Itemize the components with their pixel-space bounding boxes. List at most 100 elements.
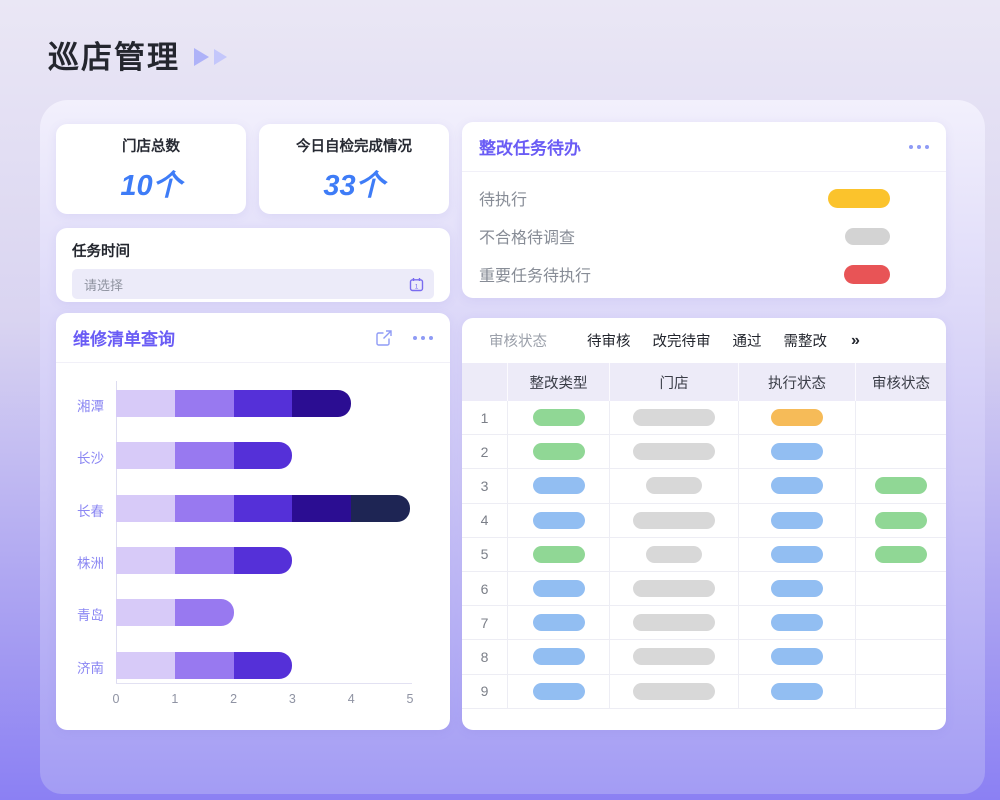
column-header: 整改类型 — [507, 363, 609, 401]
table-row[interactable]: 4 — [462, 504, 946, 538]
category-label: 青岛 — [56, 604, 104, 624]
row-number: 6 — [481, 581, 489, 597]
column-header: 执行状态 — [738, 363, 855, 401]
row-number: 3 — [481, 478, 489, 494]
calendar-icon[interactable]: 1 — [409, 277, 424, 292]
status-pill — [771, 409, 823, 426]
bar-segment — [116, 390, 175, 417]
table-row[interactable]: 2 — [462, 435, 946, 469]
column-header: 门店 — [609, 363, 738, 401]
store-inspection-dashboard: 巡店管理 门店总数 10个 今日自检完成情况 33个 整改任务待办 待执行 不合… — [0, 0, 1000, 800]
status-pill — [533, 443, 585, 460]
play-icon — [214, 49, 227, 65]
row-number: 5 — [481, 546, 489, 562]
category-label: 株洲 — [56, 552, 104, 572]
bar-segment — [292, 495, 351, 522]
bar-segment — [116, 599, 175, 626]
bar-segment — [175, 390, 234, 417]
svg-text:1: 1 — [415, 283, 419, 290]
tab-pending-review[interactable]: 待审核 — [587, 330, 631, 351]
status-pill — [771, 614, 823, 631]
stat-label: 今日自检完成情况 — [296, 135, 412, 156]
status-pill — [771, 477, 823, 494]
todo-item[interactable]: 不合格待调查 — [462, 217, 946, 255]
stat-card-self-check: 今日自检完成情况 33个 — [259, 124, 449, 214]
category-label: 长春 — [56, 500, 104, 520]
table-header: 整改类型门店执行状态审核状态 — [462, 363, 946, 401]
bar-segment — [175, 442, 234, 469]
status-pill — [771, 648, 823, 665]
category-label: 湘潭 — [56, 395, 104, 415]
status-pill — [633, 683, 715, 700]
tab-revised-pending[interactable]: 改完待审 — [653, 330, 711, 351]
todo-item[interactable]: 待执行 — [462, 179, 946, 217]
task-time-card: 任务时间 请选择 1 — [56, 228, 450, 302]
x-tick-label: 2 — [222, 692, 246, 706]
page-header: 巡店管理 — [48, 32, 227, 77]
status-pill — [533, 648, 585, 665]
status-pill — [633, 409, 715, 426]
todo-item[interactable]: 重要任务待执行 — [462, 255, 946, 293]
status-pill — [633, 512, 715, 529]
row-number: 1 — [481, 410, 489, 426]
row-number: 9 — [481, 683, 489, 699]
ellipsis-icon[interactable] — [909, 145, 929, 149]
category-label: 长沙 — [56, 447, 104, 467]
bar-segment — [292, 390, 351, 417]
table-row[interactable]: 7 — [462, 606, 946, 640]
select-placeholder: 请选择 — [84, 275, 123, 294]
table-body: 1 2 3 4 5 6 7 8 9 — [462, 401, 946, 709]
y-axis-line — [116, 381, 117, 683]
table-row[interactable]: 6 — [462, 572, 946, 606]
x-tick-label: 1 — [163, 692, 187, 706]
status-pill — [845, 228, 890, 245]
stat-label: 门店总数 — [122, 135, 180, 156]
status-pill — [771, 512, 823, 529]
task-time-select[interactable]: 请选择 1 — [72, 269, 434, 299]
stat-value: 10个 — [120, 162, 181, 204]
row-number: 7 — [481, 615, 489, 631]
tab-needs-rectify[interactable]: 需整改 — [784, 330, 828, 351]
status-pill — [844, 265, 890, 284]
bar-segment — [175, 652, 234, 679]
play-icon — [194, 48, 209, 66]
x-tick-label: 0 — [104, 692, 128, 706]
status-pill — [875, 477, 927, 494]
table-row[interactable]: 8 — [462, 640, 946, 674]
status-pill — [633, 614, 715, 631]
stacked-bar-chart: 湘潭长沙长春株洲青岛济南012345 — [56, 365, 450, 725]
play-icons — [194, 48, 227, 66]
bar-segment — [116, 442, 175, 469]
bar-segment — [175, 495, 234, 522]
table-row[interactable]: 5 — [462, 538, 946, 572]
x-tick-label: 3 — [280, 692, 304, 706]
share-icon[interactable] — [375, 329, 393, 347]
bar-segment — [234, 390, 293, 417]
task-time-label: 任务时间 — [72, 240, 434, 261]
x-tick-label: 4 — [339, 692, 363, 706]
table-row[interactable]: 3 — [462, 469, 946, 503]
status-pill — [771, 683, 823, 700]
status-pill — [533, 683, 585, 700]
ellipsis-icon[interactable] — [413, 336, 433, 340]
bar-segment — [116, 495, 175, 522]
status-pill — [646, 477, 702, 494]
x-tick-label: 5 — [398, 692, 422, 706]
status-filter-tabs: 审核状态 待审核 改完待审 通过 需整改 » — [462, 318, 946, 363]
status-pill — [646, 546, 702, 563]
bar-segment — [351, 495, 410, 522]
table-row[interactable]: 1 — [462, 401, 946, 435]
bar-segment — [175, 599, 234, 626]
table-row[interactable]: 9 — [462, 675, 946, 709]
status-pill — [875, 546, 927, 563]
more-tabs-icon[interactable]: » — [851, 332, 860, 350]
status-pill — [533, 614, 585, 631]
row-number: 4 — [481, 512, 489, 528]
status-pill — [533, 477, 585, 494]
bar-segment — [175, 547, 234, 574]
tab-passed[interactable]: 通过 — [733, 330, 762, 351]
status-pill — [533, 512, 585, 529]
audit-table-card: 审核状态 待审核 改完待审 通过 需整改 » 整改类型门店执行状态审核状态 1 2… — [462, 318, 946, 730]
bar-segment — [116, 652, 175, 679]
status-pill — [633, 648, 715, 665]
